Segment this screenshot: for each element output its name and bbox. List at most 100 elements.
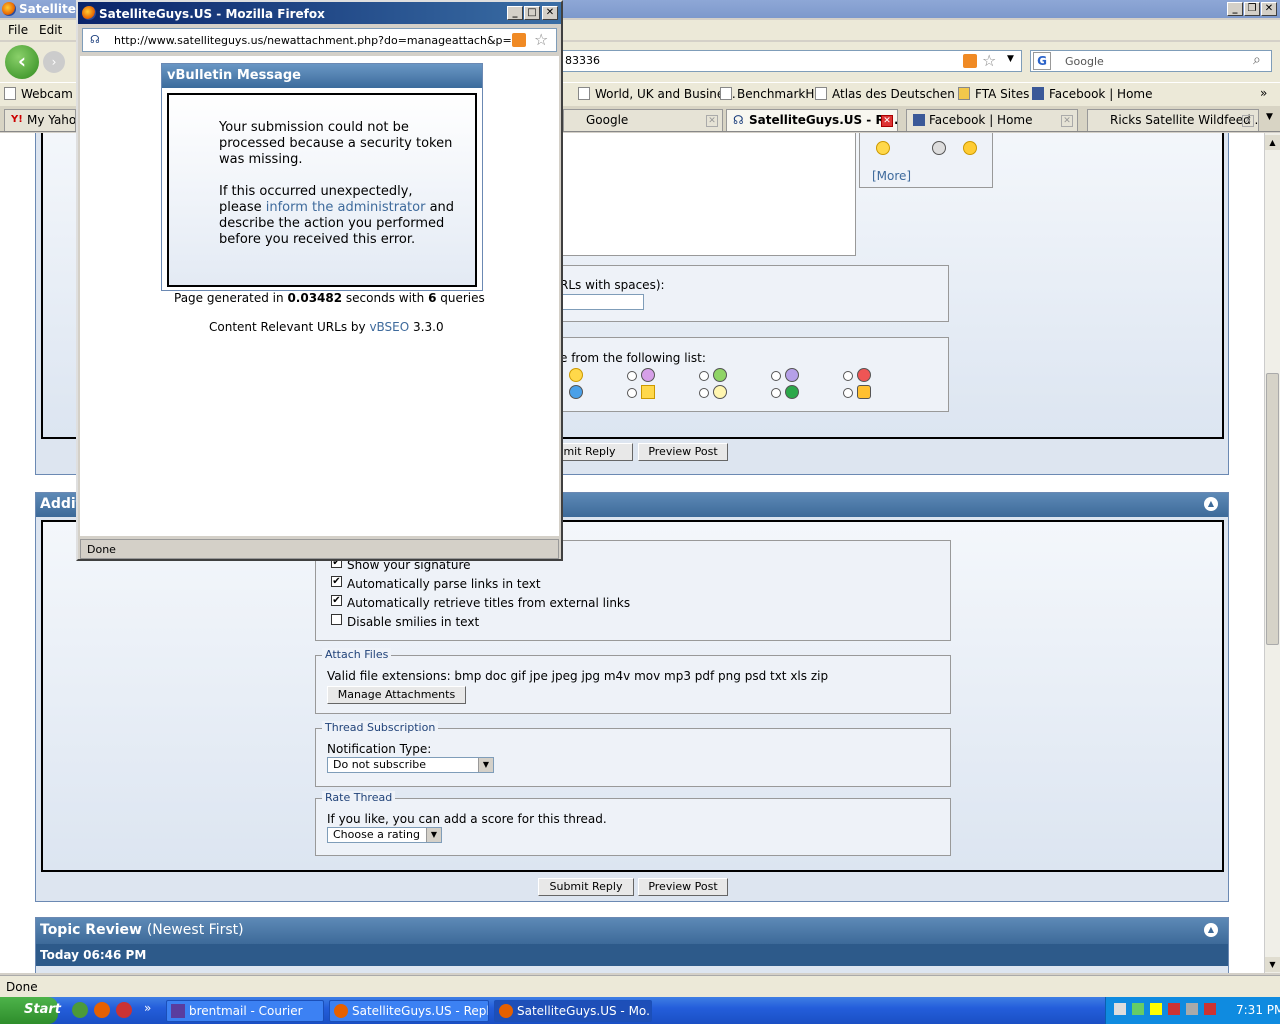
- tab-list-icon[interactable]: ▼: [1266, 112, 1273, 122]
- bookmark-item[interactable]: Atlas des Deutschen ...: [815, 87, 970, 101]
- close-icon[interactable]: ✕: [1261, 2, 1277, 16]
- quicklaunch-icon[interactable]: [72, 1002, 88, 1018]
- tray-icon[interactable]: [1114, 1003, 1126, 1015]
- page-icon: [720, 87, 732, 100]
- maximize-icon[interactable]: □: [524, 6, 540, 20]
- start-button[interactable]: Start: [0, 997, 61, 1024]
- tab-my-yahoo[interactable]: Y!My Yahoo: [4, 109, 76, 131]
- post-icon-radio[interactable]: [843, 388, 853, 398]
- rss-icon[interactable]: [963, 54, 977, 68]
- scroll-thumb[interactable]: [1266, 373, 1279, 645]
- minimize-icon[interactable]: _: [1227, 2, 1243, 16]
- rating-select[interactable]: Choose a rating ▼: [327, 827, 442, 843]
- manage-attachments-button[interactable]: Manage Attachments: [327, 686, 466, 704]
- penguin-smiley-icon[interactable]: [963, 141, 977, 155]
- collapse-icon[interactable]: ▲: [1204, 923, 1218, 937]
- topic-review-subtitle: (Newest First): [146, 922, 244, 938]
- star-icon[interactable]: ☆: [982, 51, 996, 70]
- parse-links-label: Automatically parse links in text: [347, 577, 541, 591]
- smile-icon[interactable]: [569, 368, 583, 382]
- google-icon[interactable]: G: [1033, 52, 1051, 70]
- menu-edit[interactable]: Edit: [39, 23, 62, 37]
- preview-post-button[interactable]: Preview Post: [638, 878, 728, 896]
- forward-icon[interactable]: ›: [43, 51, 65, 73]
- preview-post-button-top[interactable]: Preview Post: [638, 443, 728, 461]
- search-icon[interactable]: ⌕: [1253, 52, 1261, 68]
- tray-icon[interactable]: [1168, 1003, 1180, 1015]
- post-icon-radio[interactable]: [843, 371, 853, 381]
- lightbulb-icon: [713, 385, 727, 399]
- search-input[interactable]: Google: [1065, 55, 1104, 68]
- disable-smilies-checkbox[interactable]: [331, 614, 342, 625]
- bookmark-item[interactable]: FTA Sites: [958, 87, 1029, 101]
- vertical-scrollbar[interactable]: ▲ ▼: [1264, 133, 1280, 973]
- search-box[interactable]: G Google ⌕: [1030, 50, 1272, 72]
- question-icon[interactable]: [569, 385, 583, 399]
- parse-links-checkbox[interactable]: ✔: [331, 576, 342, 587]
- tab-facebook[interactable]: Facebook | Home ✕: [906, 109, 1078, 131]
- task-brentmail[interactable]: brentmail - Courier: [166, 1000, 324, 1022]
- tray-icon[interactable]: [1132, 1003, 1144, 1015]
- thumbs-smiley-icon[interactable]: [932, 141, 946, 155]
- more-bookmarks-icon[interactable]: »: [1260, 86, 1267, 100]
- menu-file[interactable]: File: [8, 23, 28, 37]
- bookmark-item[interactable]: World, UK and Busine...: [578, 87, 736, 101]
- message-textarea[interactable]: [553, 133, 856, 256]
- restore-icon[interactable]: ❐: [1244, 2, 1260, 16]
- inform-admin-link[interactable]: inform the administrator: [266, 200, 426, 215]
- angel-smiley-icon[interactable]: [876, 141, 890, 155]
- collapse-icon[interactable]: ▲: [1204, 497, 1218, 511]
- post-icon-radio[interactable]: [699, 371, 709, 381]
- tab-close-icon[interactable]: ✕: [1242, 115, 1254, 127]
- tab-satelliteguys[interactable]: ☊ SatelliteGuys.US - R... ✕: [726, 109, 898, 131]
- tab-close-icon[interactable]: ✕: [881, 115, 893, 127]
- task-satelliteguys-reply[interactable]: SatelliteGuys.US - Reply ...: [329, 1000, 489, 1022]
- disable-smilies-label: Disable smilies in text: [347, 615, 480, 629]
- more-smilies-link[interactable]: [More]: [872, 169, 911, 183]
- star-icon[interactable]: ☆: [534, 30, 548, 49]
- post-icon-radio[interactable]: [699, 388, 709, 398]
- scroll-down-icon[interactable]: ▼: [1265, 957, 1280, 972]
- tab-close-icon[interactable]: ✕: [706, 115, 718, 127]
- satelliteguys-icon: ☊: [733, 113, 744, 127]
- retrieve-titles-checkbox[interactable]: ✔: [331, 595, 342, 606]
- popup-url[interactable]: http://www.satelliteguys.us/newattachmen…: [114, 34, 512, 47]
- main-status-bar: Done: [0, 975, 1280, 997]
- post-icon-radio[interactable]: [771, 388, 781, 398]
- bookmark-item[interactable]: Facebook | Home: [1032, 87, 1153, 101]
- tray-icon[interactable]: [1150, 1003, 1162, 1015]
- notification-type-select[interactable]: Do not subscribe ▼: [327, 757, 494, 773]
- more-quicklaunch-icon[interactable]: »: [144, 1001, 151, 1015]
- thread-subscription-fieldset: Thread Subscription Notification Type: D…: [315, 721, 951, 787]
- minimize-icon[interactable]: _: [507, 6, 523, 20]
- page-icon: [578, 87, 590, 100]
- bookmark-item[interactable]: BenchmarkHQ: [720, 87, 824, 101]
- tab-google[interactable]: Google ✕: [563, 109, 723, 131]
- firefox-icon: [334, 1004, 348, 1018]
- system-tray: 7:31 PM: [1105, 997, 1280, 1024]
- task-satelliteguys-popup[interactable]: SatelliteGuys.US - Mo...: [494, 1000, 652, 1022]
- error-text: Your submission could not be processed b…: [219, 120, 453, 167]
- back-icon[interactable]: ‹: [5, 45, 39, 79]
- popup-titlebar[interactable]: SatelliteGuys.US - Mozilla Firefox _ □ ✕: [78, 2, 561, 24]
- tab-close-icon[interactable]: ✕: [1061, 115, 1073, 127]
- scroll-up-icon[interactable]: ▲: [1265, 135, 1280, 150]
- volume-icon[interactable]: [1186, 1003, 1198, 1015]
- post-icon-radio[interactable]: [627, 388, 637, 398]
- post-icon-radio[interactable]: [771, 371, 781, 381]
- bookmark-item[interactable]: Webcam fr: [4, 87, 86, 101]
- chevron-down-icon[interactable]: ▼: [1007, 54, 1014, 64]
- quicklaunch-icon[interactable]: [116, 1002, 132, 1018]
- submit-reply-button[interactable]: Submit Reply: [538, 878, 634, 896]
- tab-ricks-wildfeed[interactable]: Ricks Satellite Wildfeed ... ✕: [1087, 109, 1259, 131]
- address-bar[interactable]: 83336 ☆ ▼: [560, 50, 1022, 72]
- vbseo-link[interactable]: vBSEO: [369, 320, 409, 334]
- urls-input[interactable]: [560, 294, 644, 310]
- post-icon-radio[interactable]: [627, 371, 637, 381]
- popup-address-bar[interactable]: ☊ http://www.satelliteguys.us/newattachm…: [82, 28, 557, 52]
- tray-icon[interactable]: [1204, 1003, 1216, 1015]
- rss-icon[interactable]: [512, 33, 526, 47]
- vbulletin-message-title: vBulletin Message: [162, 64, 482, 88]
- firefox-quicklaunch-icon[interactable]: [94, 1002, 110, 1018]
- close-icon[interactable]: ✕: [542, 6, 558, 20]
